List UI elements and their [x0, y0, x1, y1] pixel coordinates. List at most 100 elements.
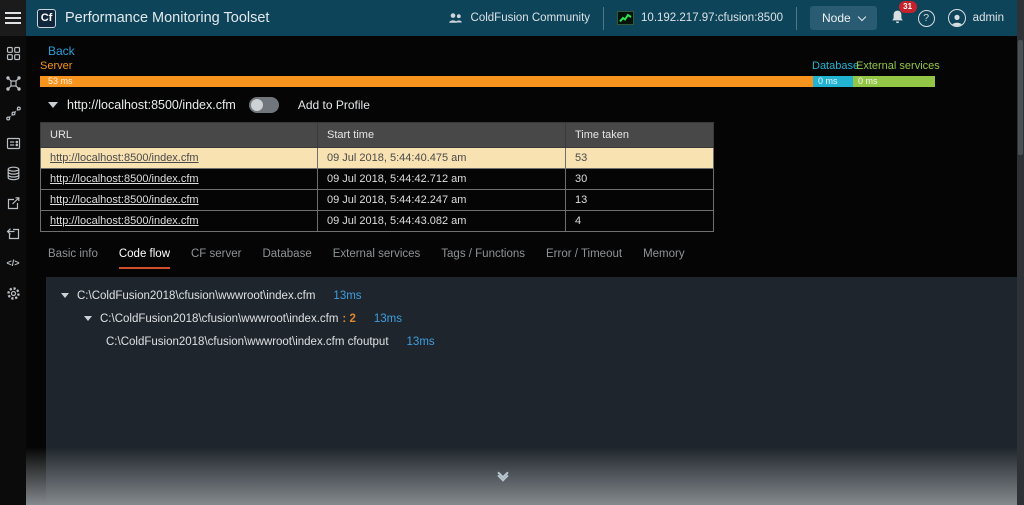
start-time-cell: 09 Jul 2018, 5:44:42.247 am — [318, 190, 566, 211]
left-sidebar: </> — [0, 0, 26, 505]
code-icon: </> — [6, 258, 19, 268]
time-taken-cell: 30 — [566, 169, 714, 190]
chevron-down-icon — [857, 12, 865, 20]
node-dropdown-label: Node — [822, 11, 851, 25]
coldfusion-logo: Cf — [37, 9, 56, 28]
header-divider — [796, 7, 797, 30]
code-flow-path: C:\ColdFusion2018\cfusion\wwwroot\index.… — [100, 313, 338, 325]
notifications-button[interactable]: 31 — [890, 9, 905, 28]
settings-gear-icon — [5, 285, 22, 302]
tab-memory[interactable]: Memory — [643, 248, 685, 269]
code-flow-time: 13ms — [407, 336, 435, 348]
code-flow-node: C:\ColdFusion2018\cfusion\wwwroot\index.… — [46, 284, 1017, 307]
sidebar-item-import[interactable] — [4, 224, 22, 242]
tab-basic-info[interactable]: Basic info — [48, 248, 98, 269]
list-box-icon — [5, 135, 22, 152]
detail-tabs: Basic info Code flow CF server Database … — [48, 248, 685, 269]
tab-external-services[interactable]: External services — [333, 248, 421, 269]
database-icon — [5, 165, 22, 182]
scrollbar-thumb[interactable] — [1018, 40, 1023, 155]
notification-count-badge: 31 — [899, 1, 917, 13]
collapse-request-icon[interactable] — [48, 102, 58, 108]
sidebar-item-export[interactable] — [4, 194, 22, 212]
code-flow-time: 13ms — [374, 313, 402, 325]
server-timeline-label: Server — [40, 60, 72, 72]
start-time-cell: 09 Jul 2018, 5:44:40.475 am — [318, 148, 566, 169]
request-link[interactable]: http://localhost:8500/index.cfm — [50, 173, 199, 185]
toggle-knob — [251, 99, 263, 111]
request-link[interactable]: http://localhost:8500/index.cfm — [50, 215, 199, 227]
sidebar-item-code[interactable]: </> — [4, 254, 22, 272]
table-row: http://localhost:8500/index.cfm 09 Jul 2… — [41, 211, 714, 232]
community-link[interactable]: ColdFusion Community — [448, 12, 591, 25]
time-taken-cell: 4 — [566, 211, 714, 232]
username-label: admin — [973, 12, 1004, 24]
tab-cf-server[interactable]: CF server — [191, 248, 241, 269]
sidebar-item-topology[interactable] — [4, 74, 22, 92]
code-flow-panel: C:\ColdFusion2018\cfusion\wwwroot\index.… — [46, 277, 1017, 505]
tab-code-flow[interactable]: Code flow — [119, 248, 170, 269]
user-menu[interactable]: admin — [948, 9, 1004, 27]
avatar — [948, 9, 966, 27]
database-timeline-label: Database — [812, 60, 859, 72]
external-services-timeline-label: External services — [856, 60, 940, 72]
app-window: </> Cf Performance Monitoring Toolset — [0, 0, 1024, 505]
export-arrow-icon — [5, 195, 22, 212]
request-link[interactable]: http://localhost:8500/index.cfm — [50, 194, 199, 206]
header-divider — [603, 7, 604, 30]
hamburger-menu-icon[interactable] — [0, 0, 26, 36]
column-header-start-time: Start time — [318, 123, 566, 148]
code-flow-path: C:\ColdFusion2018\cfusion\wwwroot\index.… — [77, 290, 315, 302]
time-taken-cell: 53 — [566, 148, 714, 169]
code-flow-node: C:\ColdFusion2018\cfusion\wwwroot\index.… — [46, 307, 1017, 330]
help-button[interactable]: ? — [918, 10, 935, 27]
start-time-cell: 09 Jul 2018, 5:44:43.082 am — [318, 211, 566, 232]
column-header-time-taken: Time taken — [566, 123, 714, 148]
request-url-label: http://localhost:8500/index.cfm — [67, 98, 236, 112]
code-flow-node: C:\ColdFusion2018\cfusion\wwwroot\index.… — [46, 330, 1017, 353]
table-row: http://localhost:8500/index.cfm 09 Jul 2… — [41, 190, 714, 211]
request-link[interactable]: http://localhost:8500/index.cfm — [50, 152, 199, 164]
community-label: ColdFusion Community — [471, 12, 591, 24]
collapse-node-icon[interactable] — [84, 316, 92, 321]
topology-icon — [5, 75, 22, 92]
request-timeline-bar: 53 ms 0 ms 0 ms — [40, 76, 935, 87]
add-to-profile-label: Add to Profile — [298, 98, 370, 112]
node-address[interactable]: 10.192.217.97:cfusion:8500 — [617, 11, 783, 25]
people-icon — [448, 12, 464, 25]
main-content: Back Server Database External services 5… — [26, 36, 1017, 505]
vertical-scrollbar[interactable] — [1017, 0, 1024, 505]
code-flow-time: 13ms — [333, 290, 361, 302]
code-flow-count: : 2 — [342, 313, 355, 325]
add-to-profile-toggle[interactable] — [249, 97, 279, 113]
app-header: Cf Performance Monitoring Toolset ColdFu… — [26, 0, 1017, 36]
sidebar-item-list-report[interactable] — [4, 134, 22, 152]
request-table: URL Start time Time taken http://localho… — [40, 122, 714, 232]
node-dropdown-button[interactable]: Node — [810, 6, 877, 30]
sidebar-item-database[interactable] — [4, 164, 22, 182]
tab-database[interactable]: Database — [262, 248, 311, 269]
sidebar-item-settings[interactable] — [4, 284, 22, 302]
tab-error-timeout[interactable]: Error / Timeout — [546, 248, 622, 269]
table-row: http://localhost:8500/index.cfm 09 Jul 2… — [41, 169, 714, 190]
sidebar-item-dashboard[interactable] — [4, 44, 22, 62]
tab-tags-functions[interactable]: Tags / Functions — [441, 248, 525, 269]
import-arrow-icon — [5, 225, 22, 242]
table-header-row: URL Start time Time taken — [41, 123, 714, 148]
database-time-segment[interactable]: 0 ms — [813, 76, 853, 87]
column-header-url: URL — [41, 123, 318, 148]
node-address-label: 10.192.217.97:cfusion:8500 — [641, 12, 783, 24]
code-flow-path: C:\ColdFusion2018\cfusion\wwwroot\index.… — [106, 336, 389, 348]
scroll-down-chevron-icon[interactable] — [496, 469, 510, 480]
sidebar-item-traces[interactable] — [4, 104, 22, 122]
node-health-chart-icon — [617, 11, 634, 25]
time-taken-cell: 13 — [566, 190, 714, 211]
back-link[interactable]: Back — [48, 44, 75, 58]
start-time-cell: 09 Jul 2018, 5:44:42.712 am — [318, 169, 566, 190]
dashboard-grid-icon — [5, 45, 22, 62]
server-time-segment[interactable]: 53 ms — [40, 76, 813, 87]
page-title: Performance Monitoring Toolset — [65, 10, 269, 26]
steps-trace-icon — [5, 105, 22, 122]
collapse-node-icon[interactable] — [61, 293, 69, 298]
external-time-segment[interactable]: 0 ms — [853, 76, 935, 87]
